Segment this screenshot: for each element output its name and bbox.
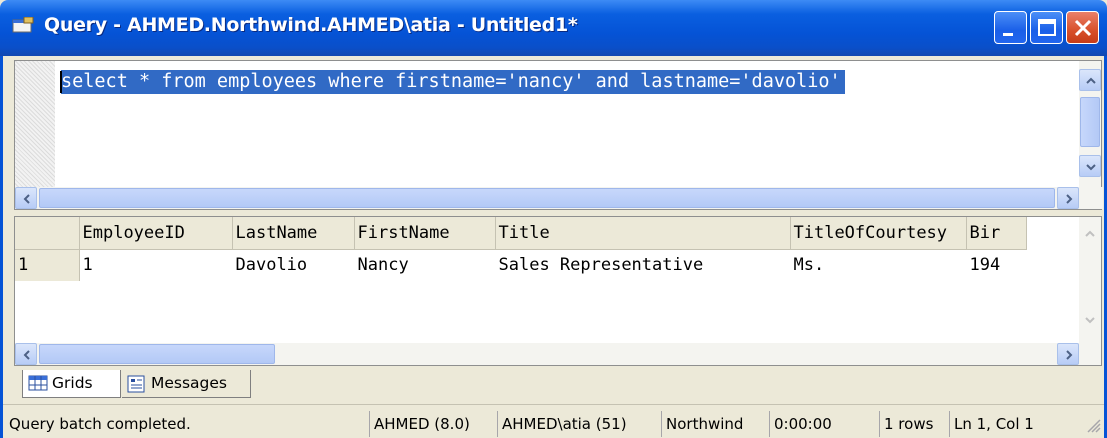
column-header-titleofcourtesy[interactable]: TitleOfCourtesy <box>790 217 967 250</box>
tab-messages[interactable]: Messages <box>122 370 251 398</box>
status-row-count: 1 rows <box>879 411 947 437</box>
table-row[interactable]: 1 1 Davolio Nancy Sales Representative M… <box>15 249 1027 281</box>
cell-titleofcourtesy[interactable]: Ms. <box>790 249 967 281</box>
cell-firstname[interactable]: Nancy <box>354 249 496 281</box>
status-bar: Query batch completed. AHMED (8.0) AHMED… <box>3 404 1104 438</box>
tab-grids-label: Grids <box>52 374 93 392</box>
editor-vscroll-thumb[interactable] <box>1080 97 1100 147</box>
column-header-birthdate[interactable]: Bir <box>966 217 1027 250</box>
messages-icon <box>127 375 145 393</box>
scroll-right-button[interactable] <box>1057 187 1079 209</box>
editor-margin <box>15 61 55 187</box>
chevron-up-icon[interactable] <box>1079 222 1101 244</box>
sql-text-selected[interactable]: select * from employees where firstname=… <box>61 70 845 94</box>
resize-grip-icon[interactable] <box>1085 417 1101 433</box>
status-user: AHMED\atia (51) <box>497 411 659 437</box>
grid-hscroll-thumb[interactable] <box>39 344 275 364</box>
status-server: AHMED (8.0) <box>369 411 495 437</box>
text-caret <box>60 71 62 93</box>
chevron-left-icon <box>23 350 30 360</box>
chevron-down-icon[interactable] <box>1079 309 1101 331</box>
tab-messages-label: Messages <box>151 374 228 392</box>
maximize-button[interactable] <box>1030 11 1063 44</box>
close-button[interactable] <box>1066 11 1099 44</box>
grid-corner-cell[interactable] <box>15 217 80 250</box>
scroll-down-button[interactable] <box>1079 155 1101 177</box>
cell-employeeid[interactable]: 1 <box>79 249 233 281</box>
status-cursor-position: Ln 1, Col 1 <box>949 411 1069 437</box>
grid-icon <box>28 375 48 391</box>
scroll-left-button[interactable] <box>15 187 37 209</box>
grid-horizontal-scrollbar[interactable] <box>15 343 1101 365</box>
grid-vertical-scrollbar[interactable] <box>1079 217 1101 343</box>
minimize-icon <box>1003 33 1013 36</box>
cell-title[interactable]: Sales Representative <box>495 249 791 281</box>
cell-lastname[interactable]: Davolio <box>232 249 355 281</box>
cell-birthdate[interactable]: 194 <box>966 249 1027 281</box>
tab-grids[interactable]: Grids <box>22 370 121 398</box>
chevron-right-icon <box>1066 194 1073 204</box>
status-elapsed-time: 0:00:00 <box>769 411 877 437</box>
scroll-right-button[interactable] <box>1057 343 1079 365</box>
editor-vertical-scrollbar[interactable] <box>1079 61 1101 187</box>
editor-horizontal-scrollbar[interactable] <box>15 187 1103 209</box>
chevron-up-icon <box>1086 77 1096 84</box>
column-header-firstname[interactable]: FirstName <box>354 217 496 250</box>
sql-editor[interactable]: select * from employees where firstname=… <box>14 60 1103 210</box>
row-number[interactable]: 1 <box>15 249 80 281</box>
chevron-left-icon <box>23 194 30 204</box>
minimize-button[interactable] <box>994 11 1027 44</box>
query-window-icon <box>12 17 34 33</box>
results-grid[interactable]: EmployeeID LastName FirstName Title Titl… <box>14 216 1102 366</box>
window-title: Query - AHMED.Northwind.AHMED\atia - Unt… <box>44 14 578 36</box>
editor-hscroll-thumb[interactable] <box>39 188 1055 208</box>
maximize-icon <box>1038 19 1056 36</box>
results-table: EmployeeID LastName FirstName Title Titl… <box>15 217 1027 281</box>
scroll-up-button[interactable] <box>1079 69 1101 91</box>
chevron-down-icon <box>1086 164 1096 171</box>
column-header-title[interactable]: Title <box>495 217 791 250</box>
column-header-lastname[interactable]: LastName <box>232 217 355 250</box>
column-header-employeeid[interactable]: EmployeeID <box>79 217 233 250</box>
grid-header-row: EmployeeID LastName FirstName Title Titl… <box>15 217 1027 250</box>
status-database: Northwind <box>661 411 767 437</box>
scroll-left-button[interactable] <box>15 343 37 365</box>
close-icon <box>1074 19 1092 37</box>
chevron-right-icon <box>1066 350 1073 360</box>
title-bar[interactable]: Query - AHMED.Northwind.AHMED\atia - Unt… <box>0 0 1107 56</box>
status-message: Query batch completed. <box>9 415 191 433</box>
